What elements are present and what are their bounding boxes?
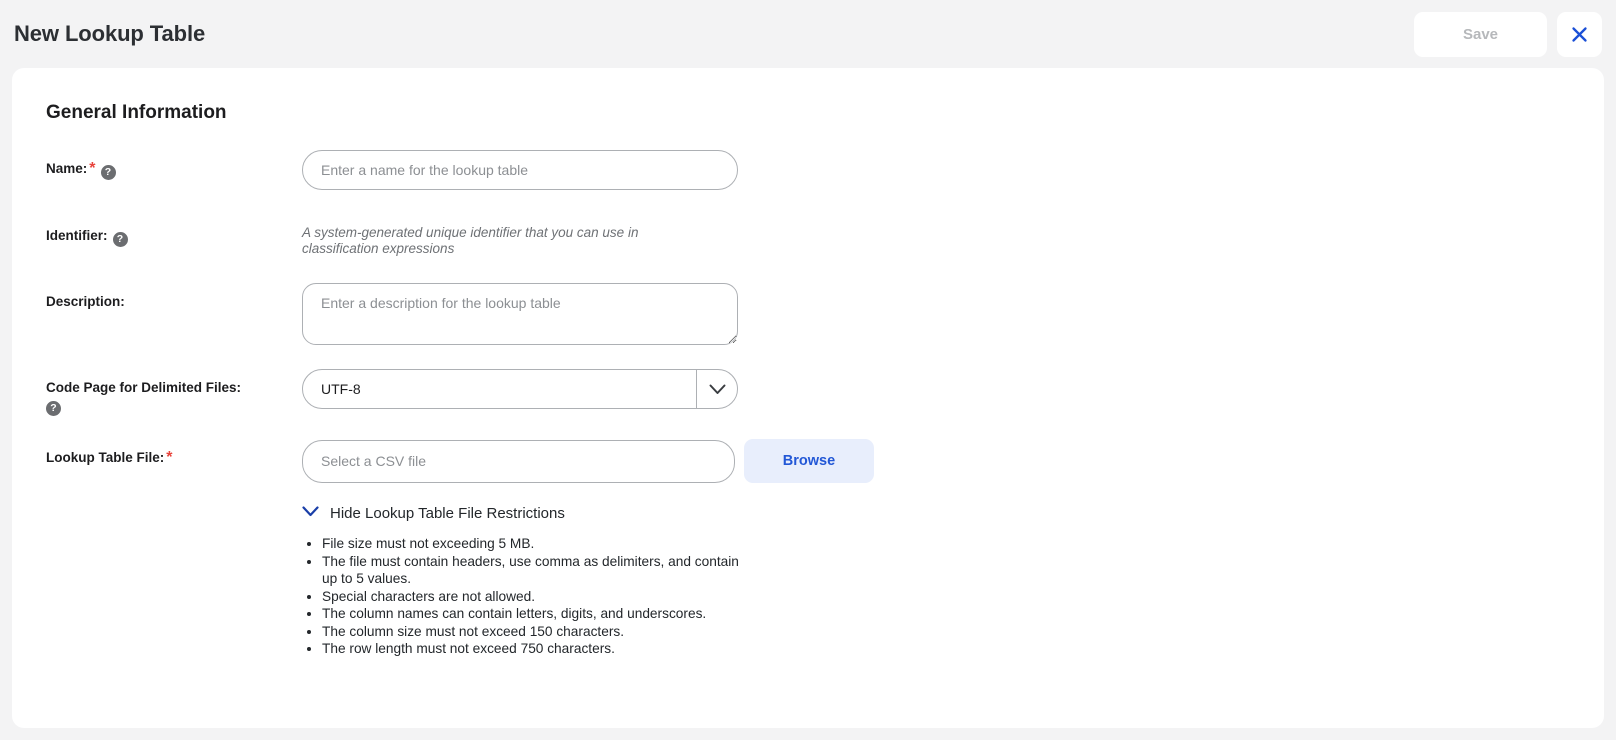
restriction-item: File size must not exceeding 5 MB. (322, 535, 740, 553)
chevron-down-icon[interactable] (696, 370, 737, 408)
close-button[interactable] (1557, 11, 1602, 57)
restrictions-toggle[interactable]: Hide Lookup Table File Restrictions (302, 504, 565, 522)
code-page-label: Code Page for Delimited Files: (46, 380, 242, 395)
browse-button[interactable]: Browse (744, 439, 874, 484)
lookup-file-field-col: Browse Hide Lookup Table File Restrictio… (302, 439, 1604, 658)
code-page-select[interactable]: UTF-8 (302, 369, 738, 409)
browse-button-label: Browse (782, 453, 836, 470)
restriction-item: The column size must not exceed 150 char… (322, 623, 740, 641)
restriction-item: The column names can contain letters, di… (322, 605, 740, 623)
chevron-down-icon (302, 504, 319, 522)
help-question-icon[interactable]: ? (112, 231, 128, 247)
restrictions-toggle-label: Hide Lookup Table File Restrictions (330, 504, 565, 522)
section-title: General Information (46, 102, 227, 123)
save-button[interactable]: Save (1414, 11, 1547, 57)
code-page-selected-value: UTF-8 (321, 381, 361, 397)
page-header: New Lookup Table Save (0, 0, 1616, 68)
restrictions-list: File size must not exceeding 5 MB.The fi… (302, 535, 740, 658)
description-textarea[interactable] (302, 283, 738, 345)
page-title: New Lookup Table (14, 21, 206, 46)
description-label: Description: (46, 294, 125, 309)
identifier-label: Identifier: (46, 228, 108, 243)
lookup-file-required-marker: * (166, 449, 173, 467)
form-row-lookup-file: Lookup Table File:* Browse Hide (46, 439, 1604, 658)
name-input[interactable] (302, 150, 738, 190)
code-page-label-col: Code Page for Delimited Files: ? (46, 369, 302, 416)
header-actions: Save (1414, 11, 1602, 57)
close-x-icon (1570, 25, 1589, 44)
form-row-name: Name: *? (46, 150, 1604, 190)
lookup-file-label: Lookup Table File: (46, 450, 165, 466)
restriction-item: The row length must not exceed 750 chara… (322, 640, 740, 658)
form-row-code-page: Code Page for Delimited Files: ? UTF-8 (46, 369, 1604, 416)
restriction-item: Special characters are not allowed. (322, 588, 740, 606)
form-row-description: Description: (46, 283, 1604, 350)
help-question-icon[interactable]: ? (100, 164, 116, 180)
restriction-item: The file must contain headers, use comma… (322, 553, 740, 588)
identifier-field-col: A system-generated unique identifier tha… (302, 217, 1604, 257)
name-label-col: Name: *? (46, 150, 302, 180)
identifier-helper-text: A system-generated unique identifier tha… (302, 225, 639, 256)
lookup-file-label-col: Lookup Table File: * (46, 439, 302, 467)
description-label-col: Description: (46, 283, 302, 311)
form-row-identifier: Identifier:? A system-generated unique i… (46, 217, 1604, 257)
code-page-field-col: UTF-8 (302, 369, 1604, 409)
general-information-card: General Information Name:*? Identifier:?… (12, 68, 1604, 728)
lookup-file-input[interactable] (302, 439, 735, 483)
file-input-row: Browse (302, 439, 1604, 484)
name-required-marker: * (89, 160, 96, 177)
name-field-col (302, 150, 1604, 190)
name-label: Name: (46, 161, 88, 176)
identifier-label-col: Identifier:? (46, 217, 302, 247)
help-question-icon[interactable]: ? (46, 401, 61, 416)
save-button-label: Save (1462, 25, 1499, 43)
lookup-table-form: Name:*? Identifier:? A system-generated … (12, 150, 1604, 658)
description-field-col (302, 283, 1604, 350)
